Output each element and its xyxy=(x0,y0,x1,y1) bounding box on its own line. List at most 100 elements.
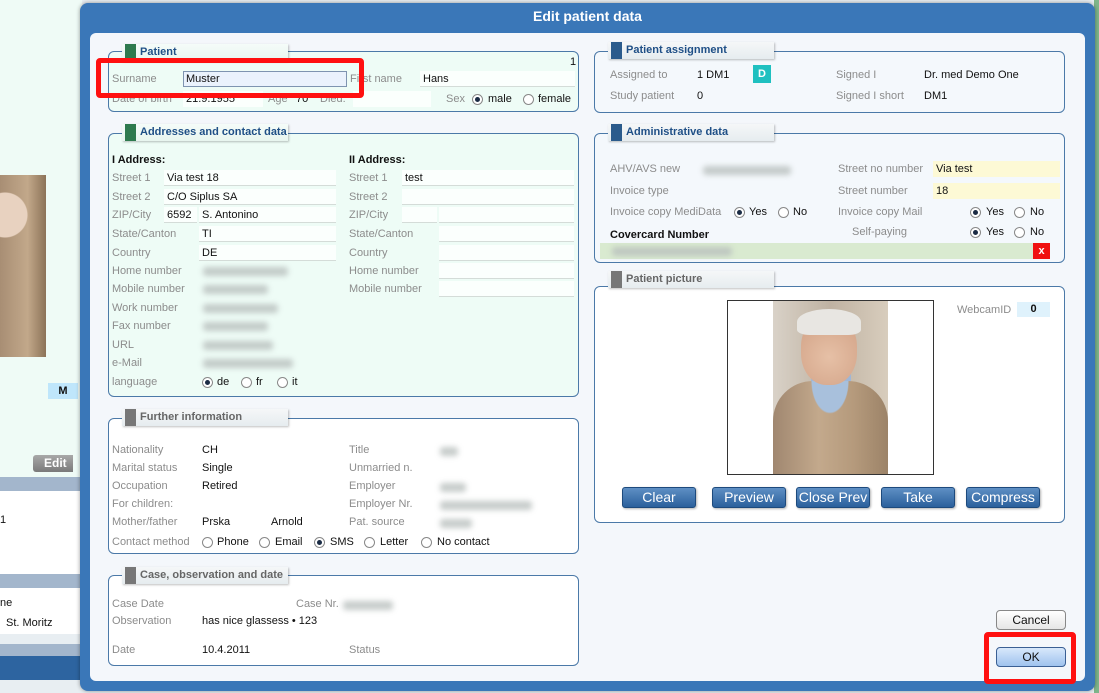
cancel-button[interactable]: Cancel xyxy=(996,610,1066,630)
contact-sms-label: SMS xyxy=(330,536,354,548)
ahv-label: AHV/AVS new xyxy=(610,163,681,175)
date-value[interactable]: 10.4.2011 xyxy=(202,644,250,656)
email-value-blurred xyxy=(203,359,293,368)
source-value-blurred xyxy=(440,519,472,528)
language-it-label: it xyxy=(292,376,298,388)
background-list xyxy=(0,491,82,574)
highlight-ok xyxy=(984,632,1076,684)
patient-photo xyxy=(773,301,888,474)
take-button[interactable]: Take xyxy=(881,487,955,508)
address1-state-input[interactable]: TI xyxy=(199,226,336,242)
assignment-section-header: Patient assignment xyxy=(608,42,774,59)
observation-value[interactable]: has nice glassess • 123 xyxy=(202,615,317,627)
street-no-number-label: Street no number xyxy=(838,163,923,175)
employer-nr-label: Employer Nr. xyxy=(349,498,413,510)
address2-state-label: State/Canton xyxy=(349,228,414,240)
background-patient-photo xyxy=(0,175,46,357)
invoice-mail-label: Invoice copy Mail xyxy=(838,206,923,218)
admin-section-header: Administrative data xyxy=(608,124,774,141)
state-label: State/Canton xyxy=(112,228,177,240)
sex-male-label: male xyxy=(488,93,512,105)
contact-sms-radio[interactable] xyxy=(314,537,325,548)
source-label: Pat. source xyxy=(349,516,405,528)
address2-street1-input[interactable]: test xyxy=(402,170,574,186)
clear-button[interactable]: Clear xyxy=(622,487,696,508)
close-preview-button[interactable]: Close Prev xyxy=(796,487,870,508)
assigned-value[interactable]: 1 DM1 xyxy=(697,69,729,81)
preview-button[interactable]: Preview xyxy=(712,487,786,508)
address1-country-input[interactable]: DE xyxy=(199,245,336,261)
compress-button[interactable]: Compress xyxy=(966,487,1040,508)
study-value[interactable]: 0 xyxy=(697,90,703,102)
signed-short-value: DM1 xyxy=(924,90,948,102)
address1-street2-input[interactable]: C/O Siplus SA xyxy=(164,189,336,205)
sex-male-radio[interactable] xyxy=(472,94,483,105)
employer-nr-value-blurred xyxy=(440,501,532,510)
mail-yes-radio[interactable] xyxy=(970,207,981,218)
assigned-label: Assigned to xyxy=(610,69,668,81)
covercard-clear-button[interactable]: x xyxy=(1033,243,1050,259)
sex-female-radio[interactable] xyxy=(523,94,534,105)
edit-tab[interactable]: Edit xyxy=(33,455,73,472)
language-it-radio[interactable] xyxy=(277,377,288,388)
addresses-section-header: Addresses and contact data xyxy=(122,124,288,141)
contact-method-label: Contact method xyxy=(112,536,190,548)
died-input[interactable] xyxy=(353,91,431,107)
street-number-label: Street number xyxy=(838,185,908,197)
url-value-blurred xyxy=(203,341,273,350)
address2-title: II Address: xyxy=(349,154,406,166)
employer-label: Employer xyxy=(349,480,396,492)
language-fr-radio[interactable] xyxy=(241,377,252,388)
address2-city-input[interactable] xyxy=(439,207,574,223)
work-number-label: Work number xyxy=(112,302,178,314)
address2-country-input[interactable] xyxy=(439,245,574,261)
mother-value[interactable]: Prska xyxy=(202,516,230,528)
address2-mobile-label: Mobile number xyxy=(349,283,422,295)
language-de-radio[interactable] xyxy=(202,377,213,388)
signed-label: Signed I xyxy=(836,69,877,81)
contact-none-radio[interactable] xyxy=(421,537,432,548)
covercard-label: Covercard Number xyxy=(610,229,710,241)
selfpay-no-radio[interactable] xyxy=(1014,227,1025,238)
firstname-input[interactable]: Hans xyxy=(420,71,575,87)
address2-state-input[interactable] xyxy=(439,226,574,242)
contact-email-radio[interactable] xyxy=(259,537,270,548)
medidata-yes-radio[interactable] xyxy=(734,207,745,218)
highlight-surname xyxy=(96,58,364,98)
webcam-label: WebcamID xyxy=(957,304,1012,316)
gender-badge: M xyxy=(48,383,78,399)
contact-phone-label: Phone xyxy=(217,536,249,548)
language-label: language xyxy=(112,376,158,388)
case-section xyxy=(108,575,579,666)
url-label: URL xyxy=(112,339,135,351)
case-section-header: Case, observation and date xyxy=(122,567,288,584)
street-no-number-input[interactable]: Via test xyxy=(933,161,1060,177)
address1-city-input[interactable]: S. Antonino xyxy=(199,207,336,223)
self-paying-label: Self-paying xyxy=(852,226,908,238)
case-nr-value-blurred xyxy=(343,601,393,610)
address2-zip-input[interactable] xyxy=(402,207,437,223)
address1-zip-input[interactable]: 6592 xyxy=(164,207,197,223)
contact-none-label: No contact xyxy=(437,536,490,548)
address2-street2-input[interactable] xyxy=(402,189,574,205)
address2-home-input[interactable] xyxy=(439,263,574,279)
address2-home-label: Home number xyxy=(349,265,419,277)
selfpay-yes-radio[interactable] xyxy=(970,227,981,238)
fax-number-value-blurred xyxy=(203,322,268,331)
occupation-value[interactable]: Retired xyxy=(202,480,237,492)
father-value[interactable]: Arnold xyxy=(271,516,303,528)
contact-letter-radio[interactable] xyxy=(364,537,375,548)
nationality-value[interactable]: CH xyxy=(202,444,218,456)
contact-phone-radio[interactable] xyxy=(202,537,213,548)
address2-street1-label: Street 1 xyxy=(349,172,388,184)
address2-mobile-input[interactable] xyxy=(439,281,574,297)
marital-value[interactable]: Single xyxy=(202,462,233,474)
marital-label: Marital status xyxy=(112,462,178,474)
medidata-no-radio[interactable] xyxy=(778,207,789,218)
children-label: For children: xyxy=(112,498,174,510)
address1-street1-input[interactable]: Via test 18 xyxy=(164,170,336,186)
webcam-id-input[interactable]: 0 xyxy=(1017,302,1050,317)
mail-no-radio[interactable] xyxy=(1014,207,1025,218)
street-number-input[interactable]: 18 xyxy=(933,183,1060,199)
mobile-number-value-blurred xyxy=(203,285,268,294)
